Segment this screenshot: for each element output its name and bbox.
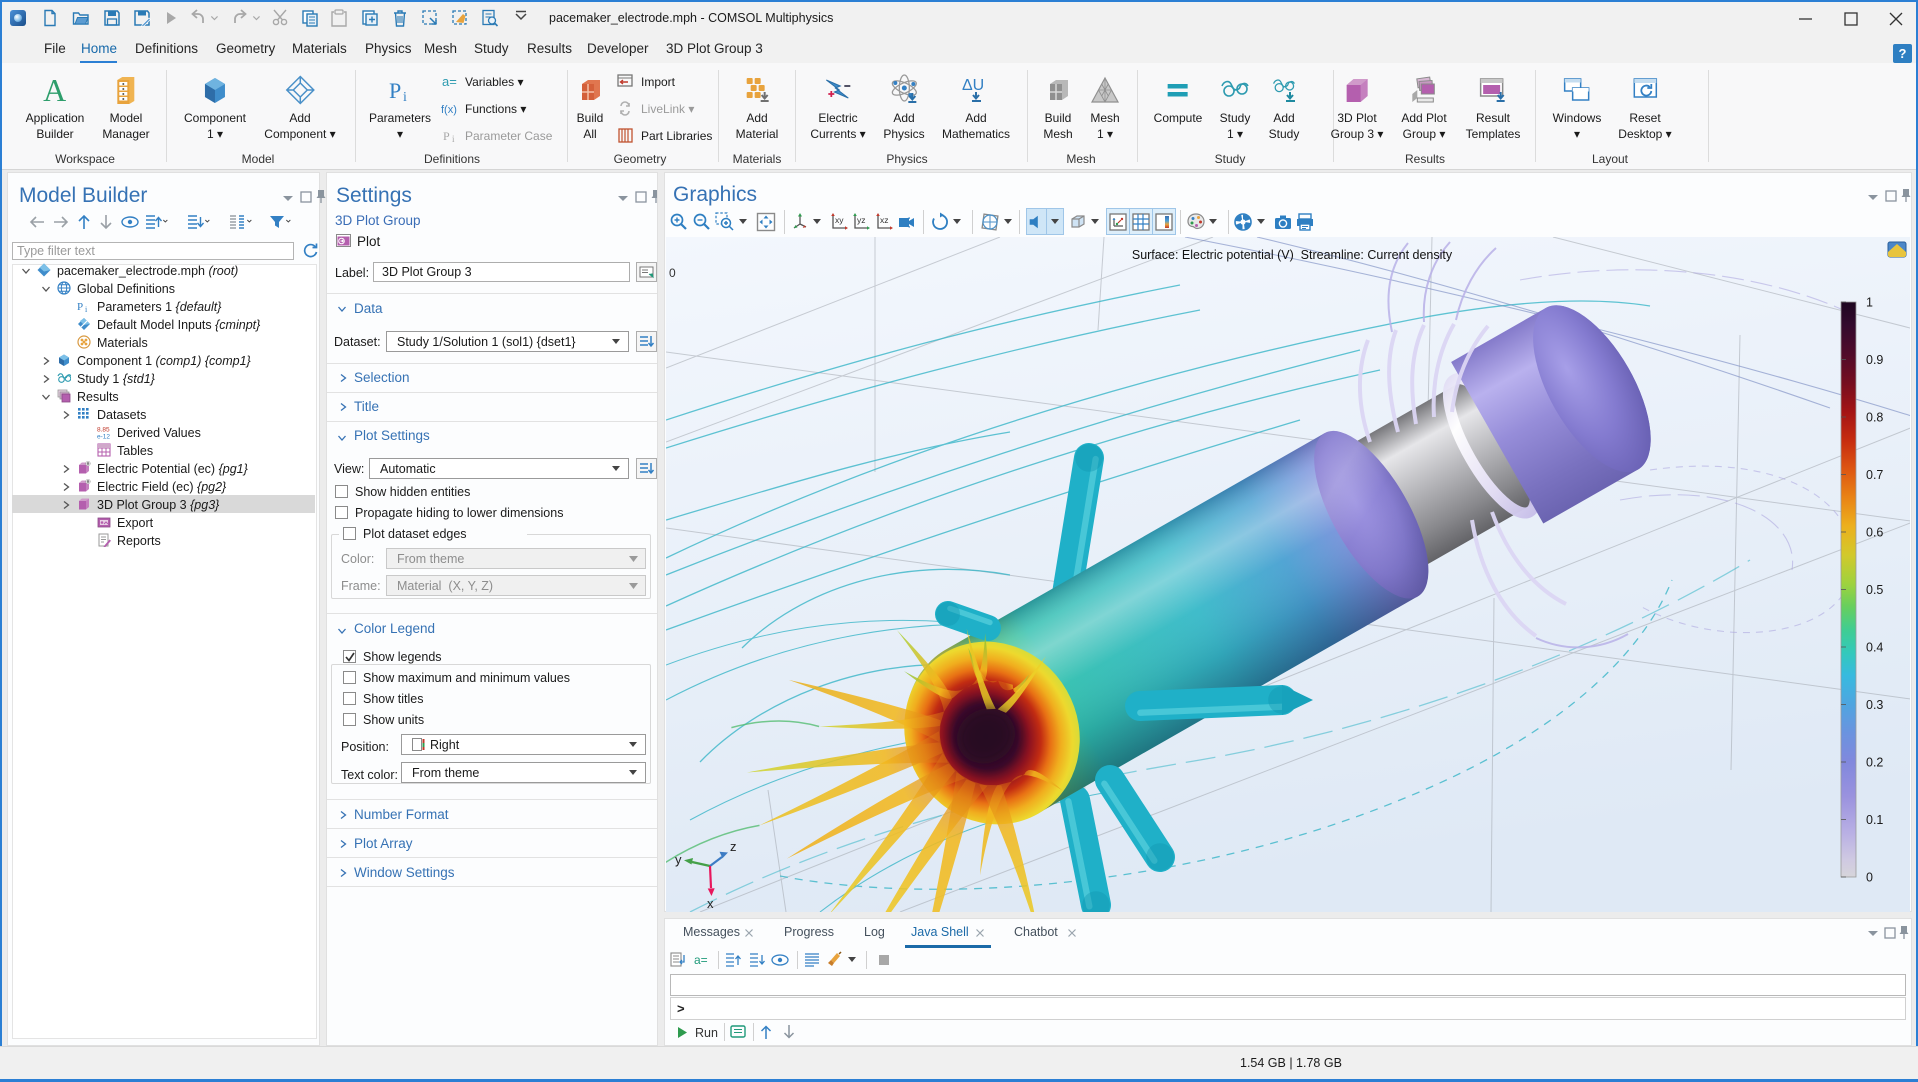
svg-text:xy: xy — [835, 215, 844, 225]
svg-text:8.85: 8.85 — [97, 427, 110, 434]
svg-text:i: i — [452, 134, 455, 144]
svg-text:xz: xz — [880, 215, 889, 225]
svg-text:0.5: 0.5 — [1866, 583, 1883, 597]
svg-text:a=: a= — [442, 74, 457, 89]
svg-text:0.1: 0.1 — [1866, 813, 1883, 827]
svg-text:0: 0 — [1866, 871, 1873, 885]
svg-text:Surface: Electric potential (V: Surface: Electric potential (V) Streamli… — [1132, 248, 1453, 262]
svg-text:0.4: 0.4 — [1866, 641, 1883, 655]
svg-text:0.3: 0.3 — [1866, 698, 1883, 712]
svg-text:0: 0 — [669, 266, 676, 280]
svg-text:y: y — [675, 852, 682, 867]
svg-text:A: A — [43, 74, 66, 106]
svg-text:x: x — [707, 896, 714, 911]
svg-text:0.6: 0.6 — [1866, 526, 1883, 540]
svg-text:i: i — [403, 90, 407, 105]
svg-text:0.9: 0.9 — [1866, 353, 1883, 367]
svg-text:0.2: 0.2 — [1866, 756, 1883, 770]
svg-text:0.7: 0.7 — [1866, 468, 1883, 482]
svg-text:1: 1 — [1866, 296, 1873, 310]
svg-text:i: i — [85, 305, 88, 313]
svg-text:0.8: 0.8 — [1866, 411, 1883, 425]
svg-text:ΔU: ΔU — [962, 77, 984, 94]
svg-text:z: z — [730, 839, 737, 854]
svg-text:yz: yz — [857, 215, 866, 225]
svg-text:a=: a= — [694, 953, 708, 967]
svg-text:e-12: e-12 — [97, 434, 110, 440]
svg-text:P: P — [389, 78, 401, 103]
svg-text:f(x): f(x) — [441, 104, 457, 116]
svg-text:P: P — [443, 129, 450, 143]
svg-text:P: P — [77, 301, 83, 313]
